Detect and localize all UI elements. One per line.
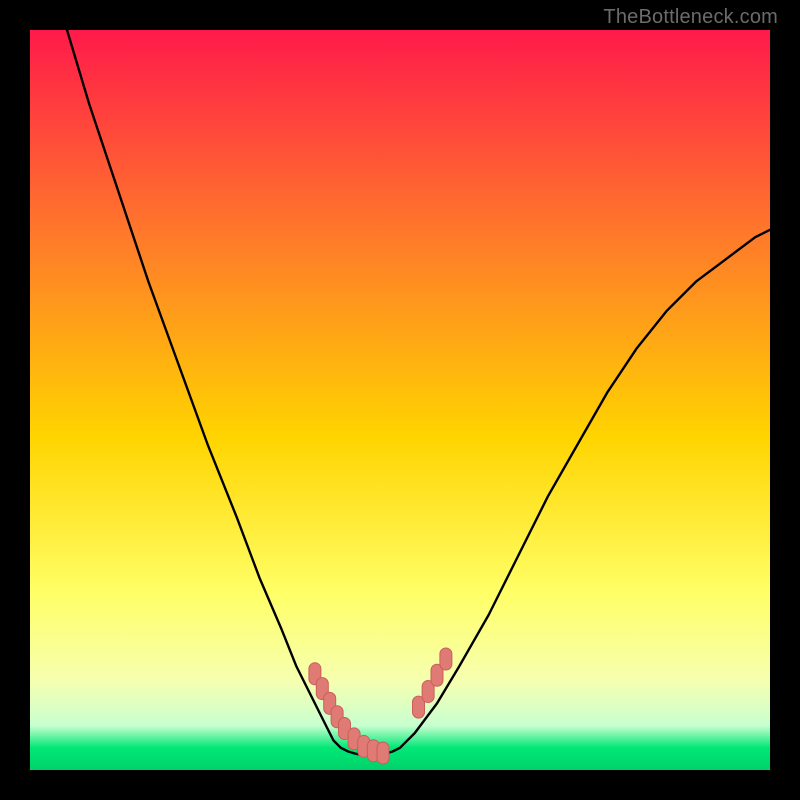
gradient-bg bbox=[30, 30, 770, 770]
watermark-text: TheBottleneck.com bbox=[603, 6, 778, 29]
plot-area bbox=[30, 30, 770, 770]
chart-frame: TheBottleneck.com bbox=[0, 0, 800, 800]
marker-left bbox=[377, 742, 389, 764]
chart-svg bbox=[30, 30, 770, 770]
marker-right bbox=[440, 648, 452, 670]
